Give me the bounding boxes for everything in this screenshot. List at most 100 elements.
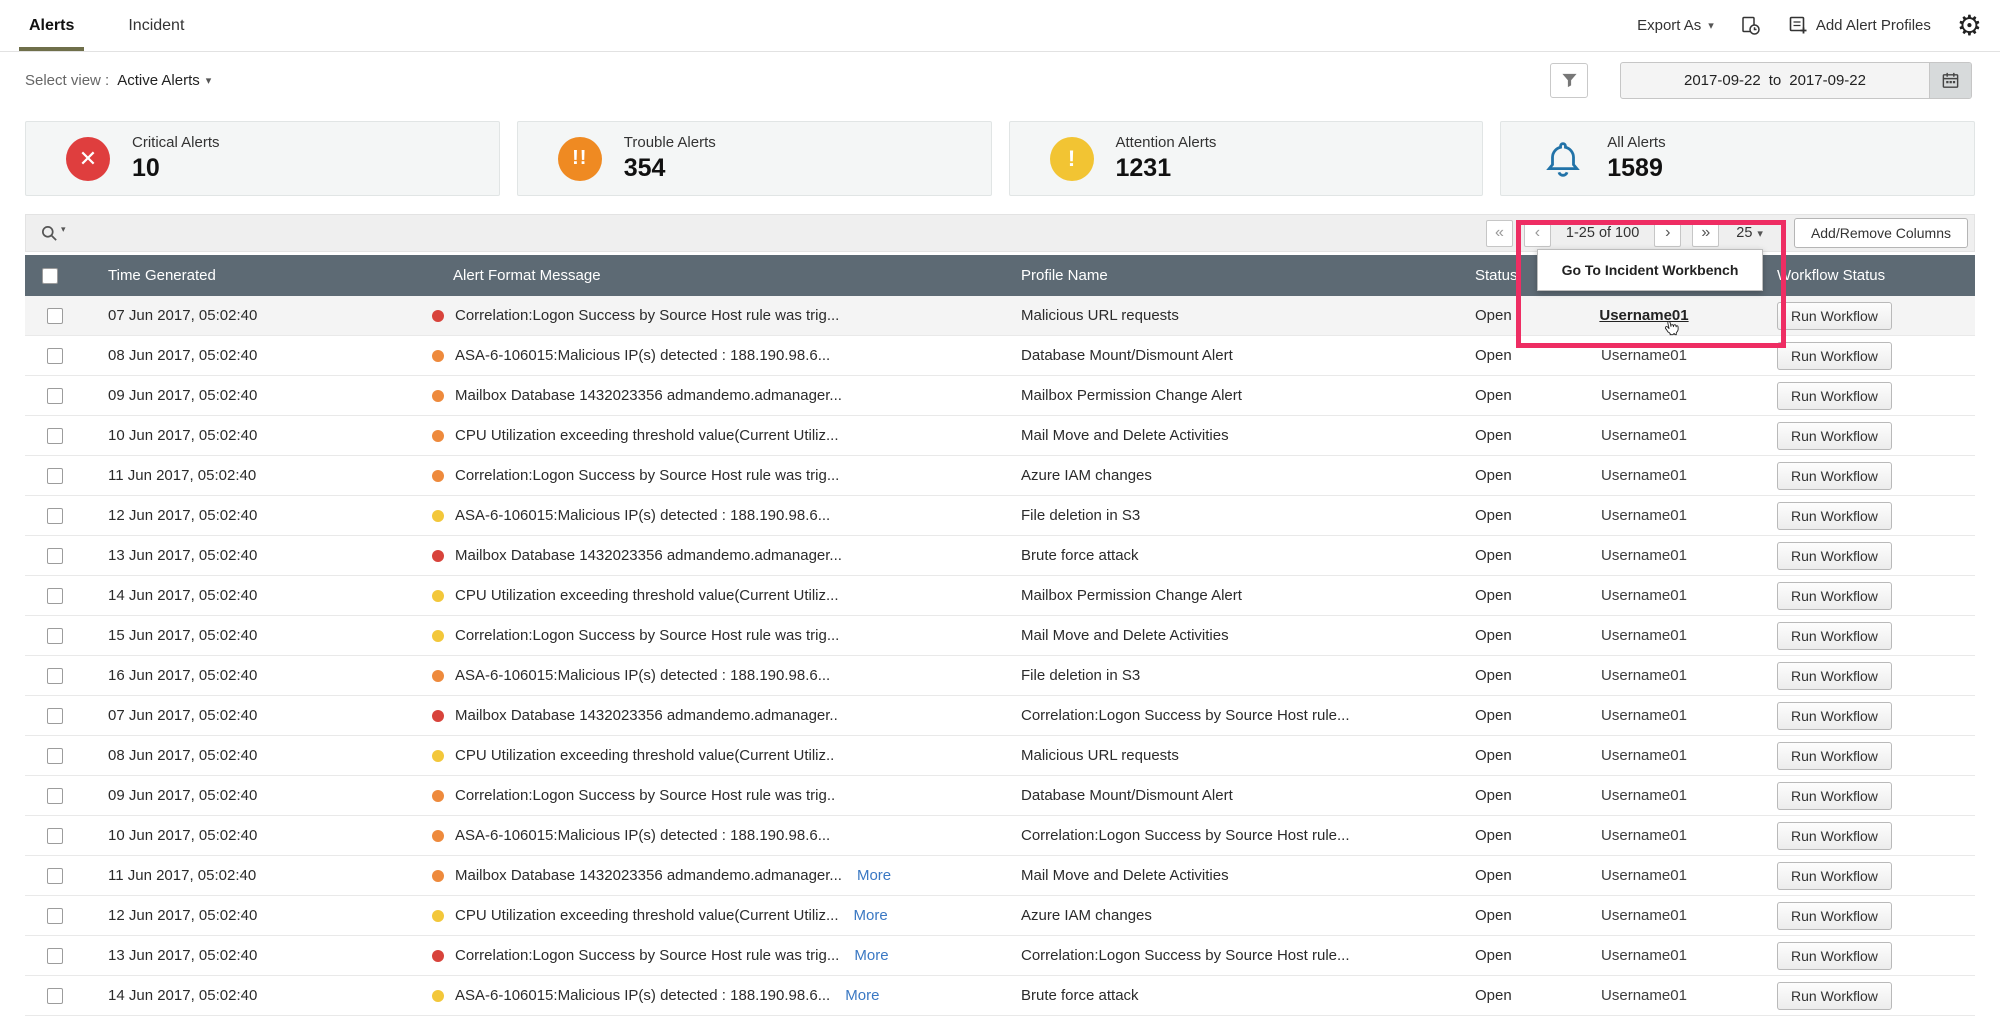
row-checkbox[interactable] [47,307,63,324]
tab-alerts[interactable]: Alerts [18,0,85,51]
table-row[interactable]: 07 Jun 2017, 05:02:40 Mailbox Database 1… [25,696,1975,736]
table-search-button[interactable]: ▾ [40,224,66,243]
last-page-button[interactable]: » [1692,219,1720,247]
username-link[interactable]: Username01 [1601,467,1687,484]
row-checkbox[interactable] [47,347,63,364]
table-row[interactable]: 16 Jun 2017, 05:02:40 ASA-6-106015:Malic… [25,656,1975,696]
username-link[interactable]: Username01 [1601,787,1687,804]
table-row[interactable]: 13 Jun 2017, 05:02:40 Correlation:Logon … [25,936,1975,976]
row-checkbox[interactable] [47,547,63,564]
tab-incident[interactable]: Incident [124,0,188,51]
row-checkbox[interactable] [47,427,63,444]
row-checkbox[interactable] [47,867,63,884]
run-workflow-button[interactable]: Run Workflow [1777,581,1892,610]
username-link[interactable]: Username01 [1601,867,1687,884]
add-alert-profiles-button[interactable]: Add Alert Profiles [1788,15,1931,36]
run-workflow-button[interactable]: Run Workflow [1777,461,1892,490]
table-row[interactable]: 10 Jun 2017, 05:02:40 CPU Utilization ex… [25,416,1975,456]
table-row[interactable]: 10 Jun 2017, 05:02:40 ASA-6-106015:Malic… [25,816,1975,856]
view-selector-dropdown[interactable]: Active Alerts ▾ [117,72,211,89]
username-link[interactable]: Username01 [1601,427,1687,444]
header-workflow-status[interactable]: Workflow Status [1760,267,1975,284]
table-row[interactable]: 12 Jun 2017, 05:02:40 ASA-6-106015:Malic… [25,496,1975,536]
more-link[interactable]: More [854,947,888,964]
critical-alerts-card[interactable]: ✕ Critical Alerts 10 [25,121,500,196]
run-workflow-button[interactable]: Run Workflow [1777,301,1892,330]
more-link[interactable]: More [857,867,891,884]
select-all-checkbox[interactable] [42,267,58,284]
username-link[interactable]: Username01 [1599,307,1688,324]
username-link[interactable]: Username01 [1601,587,1687,604]
row-checkbox[interactable] [47,467,63,484]
row-checkbox[interactable] [47,827,63,844]
table-row[interactable]: 12 Jun 2017, 05:02:40 CPU Utilization ex… [25,896,1975,936]
table-row[interactable]: 09 Jun 2017, 05:02:40 Correlation:Logon … [25,776,1975,816]
username-link[interactable]: Username01 [1601,627,1687,644]
run-workflow-button[interactable]: Run Workflow [1777,981,1892,1010]
first-page-button[interactable]: « [1485,219,1513,247]
username-link[interactable]: Username01 [1601,987,1687,1004]
trouble-alerts-card[interactable]: !! Trouble Alerts 354 [516,121,992,196]
username-link[interactable]: Username01 [1601,507,1687,524]
export-as-button[interactable]: Export As ▾ [1637,17,1714,34]
row-checkbox[interactable] [47,667,63,684]
run-workflow-button[interactable]: Run Workflow [1777,541,1892,570]
table-row[interactable]: 09 Jun 2017, 05:02:40 Mailbox Database 1… [25,376,1975,416]
calendar-button[interactable] [1929,62,1971,98]
table-row[interactable]: 07 Jun 2017, 05:02:40 Correlation:Logon … [25,296,1975,336]
row-checkbox[interactable] [47,627,63,644]
attention-alerts-card[interactable]: ! Attention Alerts 1231 [1008,121,1484,196]
row-checkbox[interactable] [47,387,63,404]
run-workflow-button[interactable]: Run Workflow [1777,941,1892,970]
username-link[interactable]: Username01 [1601,667,1687,684]
table-row[interactable]: 08 Jun 2017, 05:02:40 ASA-6-106015:Malic… [25,336,1975,376]
row-checkbox[interactable] [47,987,63,1004]
all-alerts-card[interactable]: All Alerts 1589 [1500,121,1975,196]
username-link[interactable]: Username01 [1601,907,1687,924]
date-range-picker[interactable]: 2017-09-22 to 2017-09-22 [1620,61,1972,99]
run-workflow-button[interactable]: Run Workflow [1777,341,1892,370]
table-row[interactable]: 11 Jun 2017, 05:02:40 Mailbox Database 1… [25,856,1975,896]
run-workflow-button[interactable]: Run Workflow [1777,501,1892,530]
run-workflow-button[interactable]: Run Workflow [1777,901,1892,930]
username-link[interactable]: Username01 [1601,707,1687,724]
row-checkbox[interactable] [47,587,63,604]
username-link[interactable]: Username01 [1601,947,1687,964]
schedule-export-button[interactable] [1740,15,1762,37]
table-row[interactable]: 14 Jun 2017, 05:02:40 ASA-6-106015:Malic… [25,976,1975,1016]
table-row[interactable]: 13 Jun 2017, 05:02:40 Mailbox Database 1… [25,536,1975,576]
username-link[interactable]: Username01 [1601,387,1687,404]
settings-button[interactable]: ⚙ [1957,11,1982,40]
row-checkbox[interactable] [47,707,63,724]
run-workflow-button[interactable]: Run Workflow [1777,741,1892,770]
header-alert-format-message[interactable]: Alert Format Message [427,267,1019,284]
add-remove-columns-button[interactable]: Add/Remove Columns [1793,218,1968,248]
prev-page-button[interactable]: ‹ [1523,219,1551,247]
run-workflow-button[interactable]: Run Workflow [1777,701,1892,730]
run-workflow-button[interactable]: Run Workflow [1777,621,1892,650]
row-checkbox[interactable] [47,747,63,764]
header-profile-name[interactable]: Profile Name [1019,267,1469,284]
run-workflow-button[interactable]: Run Workflow [1777,381,1892,410]
row-checkbox[interactable] [47,907,63,924]
filter-button[interactable] [1550,62,1588,98]
username-link[interactable]: Username01 [1601,747,1687,764]
username-link[interactable]: Username01 [1601,827,1687,844]
run-workflow-button[interactable]: Run Workflow [1777,781,1892,810]
table-row[interactable]: 14 Jun 2017, 05:02:40 CPU Utilization ex… [25,576,1975,616]
more-link[interactable]: More [845,987,879,1004]
more-link[interactable]: More [854,907,888,924]
run-workflow-button[interactable]: Run Workflow [1777,421,1892,450]
table-row[interactable]: 15 Jun 2017, 05:02:40 Correlation:Logon … [25,616,1975,656]
row-checkbox[interactable] [47,787,63,804]
table-row[interactable]: 11 Jun 2017, 05:02:40 Correlation:Logon … [25,456,1975,496]
page-size-dropdown[interactable]: 25 ▾ [1736,225,1763,241]
run-workflow-button[interactable]: Run Workflow [1777,821,1892,850]
table-row[interactable]: 08 Jun 2017, 05:02:40 CPU Utilization ex… [25,736,1975,776]
next-page-button[interactable]: › [1654,219,1682,247]
run-workflow-button[interactable]: Run Workflow [1777,661,1892,690]
header-time-generated[interactable]: Time Generated [85,267,427,284]
row-checkbox[interactable] [47,507,63,524]
run-workflow-button[interactable]: Run Workflow [1777,861,1892,890]
username-link[interactable]: Username01 [1601,347,1687,364]
